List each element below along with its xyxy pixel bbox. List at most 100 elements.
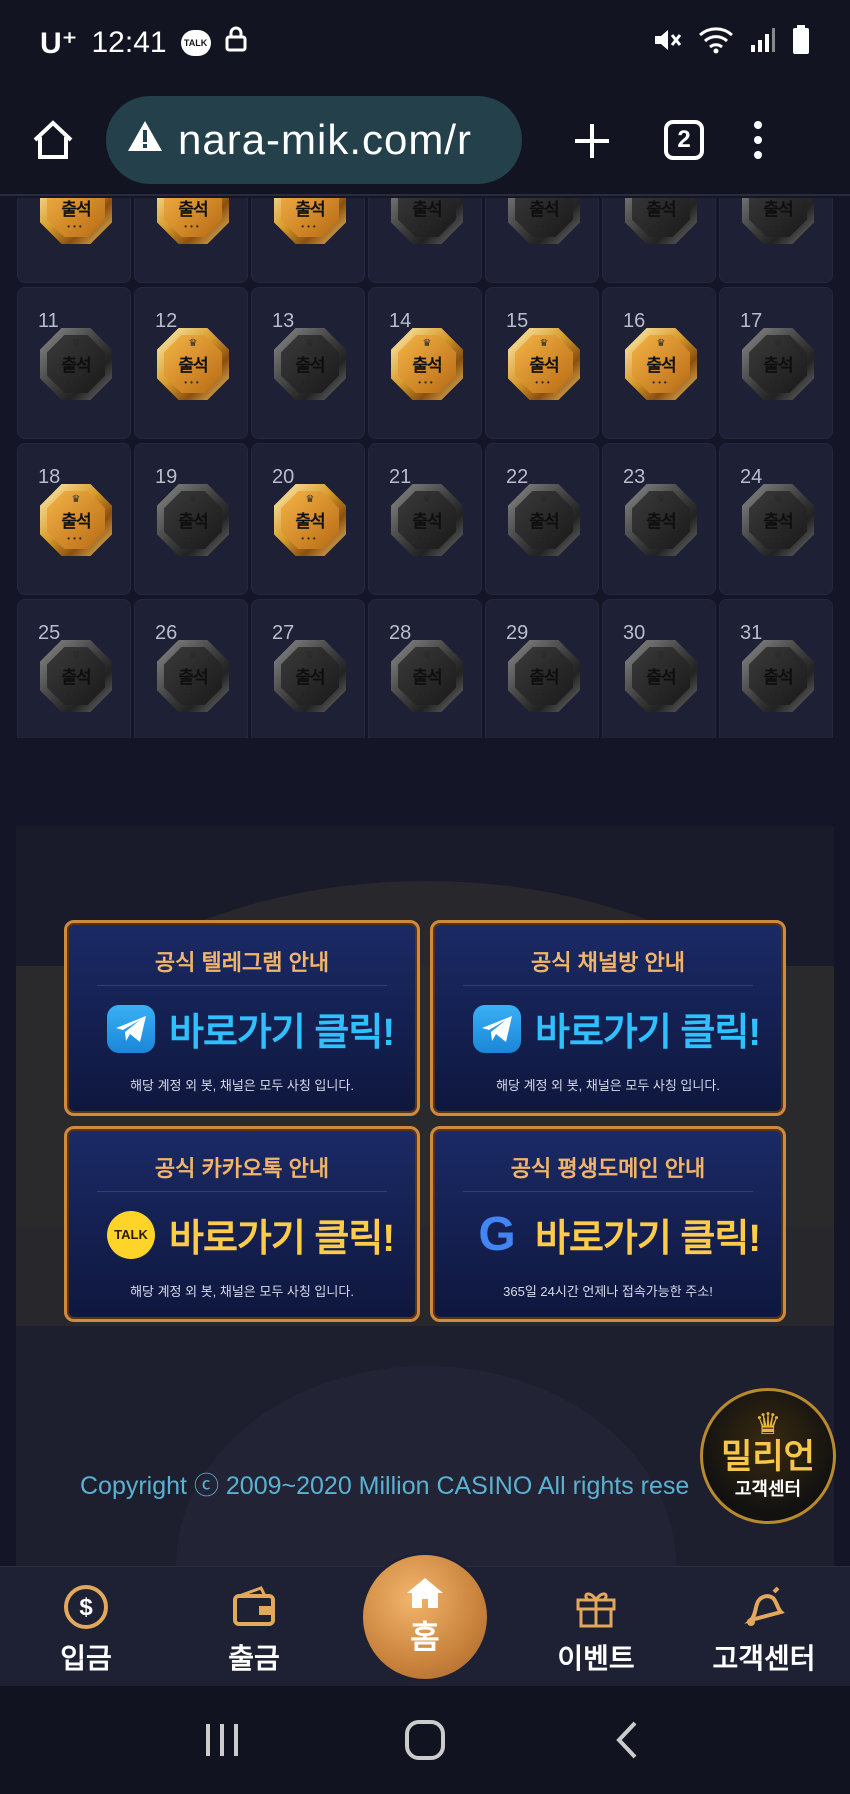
- crown-icon: ♛: [656, 338, 666, 349]
- battery-icon: [792, 24, 810, 62]
- calendar-day: 19 ♛ 출석 •••: [134, 443, 248, 595]
- calendar-day: ♛출석•••: [368, 198, 482, 283]
- attendance-stamp-unchecked: ♛ 출석 •••: [742, 484, 814, 556]
- more-dot: [754, 136, 762, 144]
- carrier-label: U⁺: [40, 26, 78, 60]
- crown-icon: ♛: [188, 650, 198, 661]
- attendance-stamp-unchecked: ♛ 출석 •••: [391, 640, 463, 712]
- calendar-day: 30 ♛ 출석 •••: [602, 599, 716, 738]
- home-icon: [33, 120, 73, 159]
- attendance-stamp-unchecked: ♛ 출석 •••: [742, 328, 814, 400]
- domain-card[interactable]: 공식 평생도메인 안내 G 바로가기 클릭! 365일 24시간 언제나 접속가…: [430, 1126, 786, 1322]
- copyright-text: Copyright ⓒ 2009~2020 Million CASINO All…: [80, 1472, 690, 1500]
- kakaotalk-card[interactable]: 공식 카카오톡 안내 TALK 바로가기 클릭! 해당 계정 외 봇, 채널은 …: [64, 1126, 420, 1322]
- home-system-button[interactable]: [385, 1710, 465, 1770]
- card-cta: 바로가기 클릭!: [169, 1012, 395, 1054]
- attendance-stamp-checked: ♛출석•••: [157, 198, 229, 244]
- stamp-dots: •••: [535, 690, 553, 699]
- calendar-day: 13 ♛ 출석 •••: [251, 287, 365, 439]
- card-title: 공식 카카오톡 안내: [154, 1156, 330, 1181]
- back-button[interactable]: [588, 1710, 668, 1770]
- card-title: 공식 평생도메인 안내: [510, 1156, 706, 1181]
- calendar-day: ♛출석•••: [602, 198, 716, 283]
- stamp-label: 출석: [763, 512, 793, 531]
- stamp-dots: •••: [67, 222, 85, 231]
- stamp-label: 출석: [646, 512, 676, 531]
- attendance-stamp-checked: ♛출석•••: [625, 328, 697, 400]
- wallet-icon: [230, 1583, 278, 1631]
- stamp-dots: •••: [67, 534, 85, 543]
- calendar-day: 16 ♛ 출석 •••: [602, 287, 716, 439]
- system-navigation-bar: [0, 1686, 850, 1794]
- stamp-dots: •••: [652, 222, 670, 231]
- stamp-dots: •••: [184, 690, 202, 699]
- calendar-day: 26 ♛ 출석 •••: [134, 599, 248, 738]
- attendance-stamp-checked: ♛출석•••: [40, 198, 112, 244]
- floating-customer-center-button[interactable]: ♛ 밀리언 고객센터: [700, 1388, 836, 1524]
- stamp-label: 출석: [763, 668, 793, 687]
- stamp-label: 출석: [412, 200, 442, 219]
- card-divider: [463, 985, 753, 986]
- stamp-dots: •••: [184, 222, 202, 231]
- nav-home-button[interactable]: 홈: [360, 1552, 490, 1682]
- stamp-label: 출석: [763, 356, 793, 375]
- nav-event[interactable]: 이벤트: [536, 1567, 656, 1687]
- stamp-label: 출석: [646, 356, 676, 375]
- stamp-dots: •••: [769, 378, 787, 387]
- calendar-day: 11 ♛ 출석 •••: [17, 287, 131, 439]
- stamp-label: 출석: [61, 512, 91, 531]
- stamp-dots: •••: [301, 690, 319, 699]
- address-bar[interactable]: nara-mik.com/r: [106, 96, 522, 184]
- stamp-label: 출석: [646, 668, 676, 687]
- back-chevron-icon: [616, 1721, 637, 1759]
- nav-label: 출금: [228, 1643, 280, 1674]
- card-note: 해당 계정 외 봇, 채널은 모두 사칭 입니다.: [130, 1284, 354, 1299]
- new-tab-button[interactable]: [542, 106, 642, 175]
- card-title: 공식 채널방 안내: [531, 950, 685, 975]
- crown-icon: ♛: [188, 338, 198, 349]
- crown-icon: ♛: [773, 494, 783, 505]
- card-divider: [97, 1191, 387, 1192]
- stamp-dots: •••: [184, 378, 202, 387]
- stamp-label: 출석: [295, 512, 325, 531]
- calendar-day: 20 ♛ 출석 •••: [251, 443, 365, 595]
- calendar-day: 21 ♛ 출석 •••: [368, 443, 482, 595]
- stamp-label: 출석: [295, 668, 325, 687]
- calendar-day: 29 ♛ 출석 •••: [485, 599, 599, 738]
- attendance-stamp-unchecked: ♛ 출석 •••: [157, 484, 229, 556]
- clock: 12:41: [91, 26, 167, 59]
- attendance-stamp-unchecked: ♛ 출석 •••: [157, 640, 229, 712]
- stamp-dots: •••: [67, 378, 85, 387]
- stamp-dots: •••: [535, 534, 553, 543]
- lock-icon: [225, 26, 247, 60]
- browser-home-button[interactable]: [0, 90, 106, 190]
- nav-deposit[interactable]: $ 입금: [26, 1567, 146, 1687]
- nav-support[interactable]: 고객센터: [704, 1567, 824, 1687]
- attendance-stamp-checked: ♛출석•••: [157, 328, 229, 400]
- crown-icon: ♛: [754, 1408, 782, 1441]
- stamp-dots: •••: [418, 222, 436, 231]
- channel-card[interactable]: 공식 채널방 안내 바로가기 클릭! 해당 계정 외 봇, 채널은 모두 사칭 …: [430, 920, 786, 1116]
- stamp-label: 출석: [529, 356, 559, 375]
- telegram-icon: [107, 1004, 155, 1053]
- nav-withdraw[interactable]: 출금: [194, 1567, 314, 1687]
- stamp-label: 출석: [412, 356, 442, 375]
- crown-icon: ♛: [188, 494, 198, 505]
- stamp-dots: •••: [769, 222, 787, 231]
- stamp-label: 출석: [61, 200, 91, 219]
- calendar-day: 25 ♛ 출석 •••: [17, 599, 131, 738]
- tab-switcher-button[interactable]: 2: [664, 120, 704, 160]
- stamp-label: 출석: [61, 668, 91, 687]
- crown-icon: ♛: [71, 494, 81, 505]
- calendar-day: 18 ♛ 출석 •••: [17, 443, 131, 595]
- browser-menu-button[interactable]: [754, 121, 762, 159]
- telegram-card[interactable]: 공식 텔레그램 안내 바로가기 클릭! 해당 계정 외 봇, 채널은 모두 사칭…: [64, 920, 420, 1116]
- stamp-label: 출석: [178, 200, 208, 219]
- calendar-day: 14 ♛ 출석 •••: [368, 287, 482, 439]
- attendance-stamp-unchecked: ♛ 출석 •••: [508, 640, 580, 712]
- more-dot: [754, 121, 762, 129]
- calendar-day: ♛출석•••: [719, 198, 833, 283]
- recent-apps-button[interactable]: [182, 1710, 262, 1770]
- stamp-dots: •••: [301, 378, 319, 387]
- attendance-stamp-unchecked: ♛ 출석 •••: [508, 484, 580, 556]
